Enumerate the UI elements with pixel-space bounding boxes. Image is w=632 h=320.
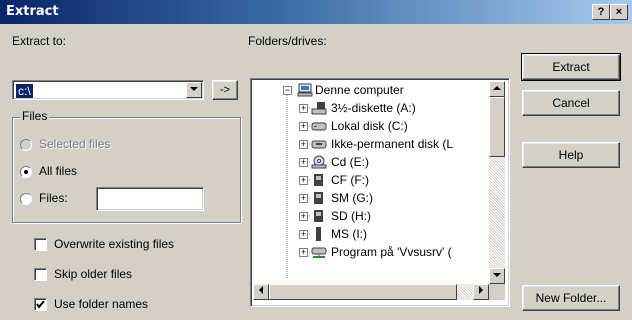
close-button[interactable]: ×	[610, 4, 628, 20]
tree-item-label[interactable]: SM (G:)	[331, 191, 373, 205]
help-button[interactable]: Help	[522, 142, 620, 168]
use-folder-names-label: Use folder names	[54, 297, 149, 311]
extract-button[interactable]: Extract	[521, 53, 621, 81]
radio-all-files[interactable]	[20, 166, 32, 178]
use-folder-names-checkbox[interactable]	[34, 298, 47, 311]
card-reader-icon	[314, 210, 323, 222]
folders-label: Folders/drives:	[248, 34, 327, 48]
radio-selected-files[interactable]	[20, 139, 32, 151]
tree-item-label[interactable]: Lokal disk (C:)	[331, 119, 408, 133]
expand-h[interactable]: +	[299, 212, 308, 221]
files-group-title: Files	[20, 109, 50, 123]
tree-item-label[interactable]: SD (H:)	[331, 209, 371, 223]
tree-item-label[interactable]: Program på 'Vvsusrv' (	[331, 245, 452, 259]
chevron-right-icon	[478, 286, 483, 294]
scroll-down-button[interactable]	[489, 268, 505, 284]
computer-icon	[297, 83, 313, 97]
tree-horizontal-scrollbar[interactable]	[253, 284, 489, 300]
help-title-button[interactable]: ?	[592, 4, 610, 20]
scroll-corner	[489, 284, 505, 300]
card-reader-icon	[314, 192, 323, 204]
vertical-scroll-thumb[interactable]	[489, 97, 505, 157]
horizontal-scroll-thumb[interactable]	[269, 284, 457, 300]
extract-to-label: Extract to:	[12, 34, 67, 48]
floppy-icon	[311, 102, 327, 115]
overwrite-label: Overwrite existing files	[54, 237, 175, 251]
tree-vertical-scrollbar[interactable]	[489, 81, 505, 284]
cd-drive-icon	[311, 155, 327, 169]
radio-files-label: Files:	[39, 191, 68, 205]
tree-root-label: Denne computer	[315, 83, 404, 97]
memory-stick-icon	[316, 227, 321, 241]
tree-item-label[interactable]: 3½-diskette (A:)	[331, 101, 416, 115]
files-input[interactable]	[96, 187, 204, 211]
tree-item-label[interactable]: CF (F:)	[331, 173, 369, 187]
overwrite-checkbox[interactable]	[34, 238, 47, 251]
removable-disk-icon	[311, 140, 327, 149]
expand-network[interactable]: +	[299, 248, 308, 257]
extract-to-value: c:\	[16, 84, 33, 98]
combo-dropdown-button[interactable]	[186, 82, 202, 98]
expand-g[interactable]: +	[299, 194, 308, 203]
skip-older-label: Skip older files	[54, 267, 133, 281]
tree-item-label[interactable]: MS (I:)	[331, 227, 367, 241]
expand-c[interactable]: +	[299, 122, 308, 131]
title-bar: Extract ? ×	[0, 0, 632, 24]
chevron-left-icon	[258, 286, 263, 294]
expand-cd[interactable]: +	[299, 158, 308, 167]
expand-floppy[interactable]: +	[299, 104, 308, 113]
scroll-left-button[interactable]	[253, 284, 269, 300]
chevron-down-icon	[493, 273, 501, 277]
skip-older-checkbox[interactable]	[34, 268, 47, 281]
tree-item-label[interactable]: Cd (E:)	[331, 155, 369, 169]
card-reader-icon	[314, 174, 323, 186]
network-drive-icon	[311, 247, 327, 258]
checkmark-icon	[36, 300, 45, 309]
extract-dialog: Extract ? × Extract to: c:\ -> Files Sel…	[0, 0, 632, 320]
new-folder-button[interactable]: New Folder...	[522, 285, 620, 311]
dialog-title: Extract	[6, 4, 59, 19]
expand-i[interactable]: +	[299, 230, 308, 239]
radio-selected-files-label: Selected files	[39, 137, 111, 151]
radio-files[interactable]	[20, 193, 32, 205]
chevron-up-icon	[493, 86, 501, 90]
hard-disk-icon	[311, 122, 327, 131]
folders-tree[interactable]: − Denne computer + 3½-diskette (A:) + Lo…	[250, 78, 510, 307]
tree-item-label[interactable]: Ikke-permanent disk (L	[331, 137, 453, 151]
radio-all-files-label: All files	[39, 164, 78, 178]
extract-to-combo[interactable]: c:\	[12, 80, 204, 100]
scroll-right-button[interactable]	[473, 284, 489, 300]
cancel-button[interactable]: Cancel	[522, 90, 620, 116]
scroll-up-button[interactable]	[489, 81, 505, 97]
expand-removable[interactable]: +	[299, 140, 308, 149]
collapse-root[interactable]: −	[283, 86, 292, 95]
browse-arrow-button[interactable]: ->	[212, 80, 238, 100]
chevron-down-icon	[190, 87, 198, 91]
expand-f[interactable]: +	[299, 176, 308, 185]
